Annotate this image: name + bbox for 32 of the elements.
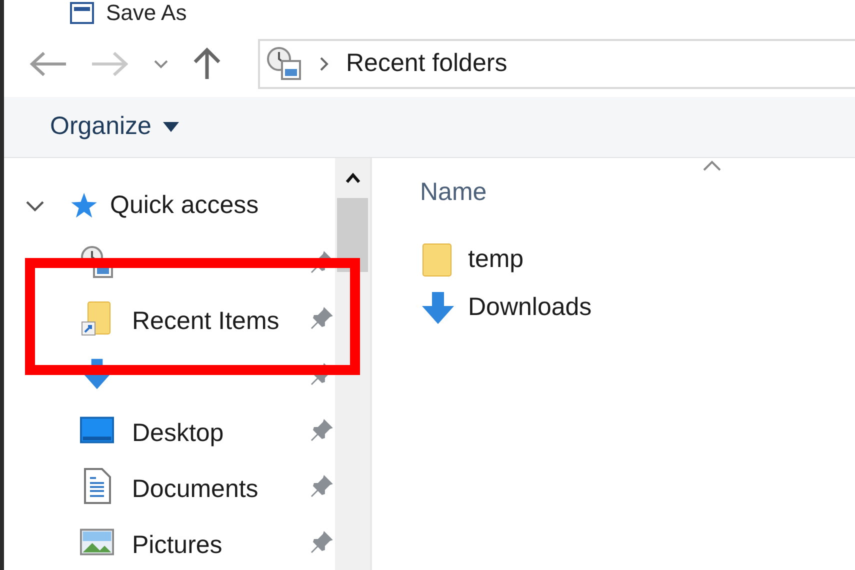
caret-down-icon bbox=[163, 122, 180, 132]
pin-icon[interactable] bbox=[309, 305, 335, 331]
chevron-down-icon[interactable] bbox=[24, 199, 46, 213]
chevron-right-icon bbox=[318, 56, 330, 72]
recent-folders-icon bbox=[80, 245, 114, 279]
pin-icon[interactable] bbox=[309, 417, 335, 443]
address-bar[interactable]: Recent folders bbox=[258, 39, 855, 90]
sidebar-item[interactable]: Documents bbox=[4, 458, 335, 514]
pictures-icon bbox=[80, 527, 114, 557]
scroll-up-icon[interactable] bbox=[344, 172, 360, 184]
chevron-down-icon bbox=[152, 58, 170, 70]
sidebar-item[interactable]: Quick access bbox=[4, 178, 335, 234]
download-arrow-icon bbox=[420, 290, 456, 326]
pin-icon[interactable] bbox=[309, 473, 335, 499]
up-button[interactable] bbox=[192, 47, 222, 82]
sidebar-item[interactable]: Pictures bbox=[4, 514, 335, 570]
column-header[interactable]: Name bbox=[420, 158, 855, 222]
window-title: Save As bbox=[106, 2, 187, 24]
organize-button[interactable]: Organize bbox=[46, 108, 184, 146]
pin-icon[interactable] bbox=[309, 529, 335, 555]
scrollbar[interactable] bbox=[335, 158, 370, 570]
sidebar-item[interactable]: Desktop bbox=[4, 402, 335, 458]
up-arrow-icon bbox=[192, 47, 222, 82]
recent-folders-icon bbox=[266, 46, 302, 82]
desktop-icon bbox=[80, 415, 114, 445]
file-row[interactable]: temp bbox=[420, 236, 855, 284]
save-dialog-icon bbox=[70, 2, 94, 24]
history-dropdown-button[interactable] bbox=[152, 58, 170, 70]
document-icon bbox=[82, 468, 112, 504]
file-row[interactable]: Downloads bbox=[420, 284, 855, 332]
sidebar-item[interactable]: Recent Items bbox=[4, 290, 335, 346]
address-path: Recent folders bbox=[346, 48, 508, 80]
